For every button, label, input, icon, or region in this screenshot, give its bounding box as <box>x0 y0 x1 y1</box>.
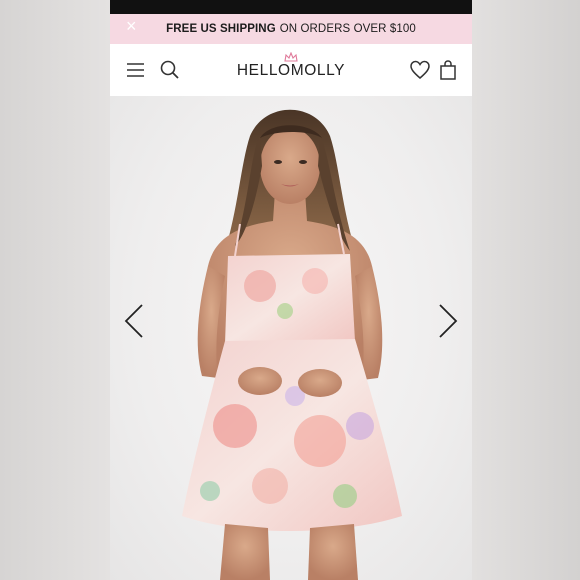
heart-icon[interactable] <box>408 58 432 82</box>
promo-bold-text: FREE US SHIPPING <box>166 23 276 35</box>
promo-regular-text: ON ORDERS OVER $100 <box>279 23 416 35</box>
model-illustration <box>182 109 402 580</box>
chevron-left-icon[interactable] <box>120 301 148 341</box>
phone-screen: × FREE US SHIPPING ON ORDERS OVER $100 H… <box>110 0 472 580</box>
site-header: HELLOMOLLY <box>110 44 472 97</box>
product-image[interactable] <box>110 96 472 580</box>
promo-bar[interactable]: × FREE US SHIPPING ON ORDERS OVER $100 <box>110 14 472 44</box>
shopping-bag-icon[interactable] <box>436 58 460 82</box>
chevron-right-icon[interactable] <box>434 301 462 341</box>
logo-text: HELLOMOLLY <box>236 62 346 79</box>
crown-icon <box>284 52 298 62</box>
close-icon[interactable]: × <box>126 17 137 35</box>
blurred-backdrop-left <box>0 0 110 580</box>
blurred-backdrop-right <box>472 0 580 580</box>
status-bar <box>110 0 472 14</box>
